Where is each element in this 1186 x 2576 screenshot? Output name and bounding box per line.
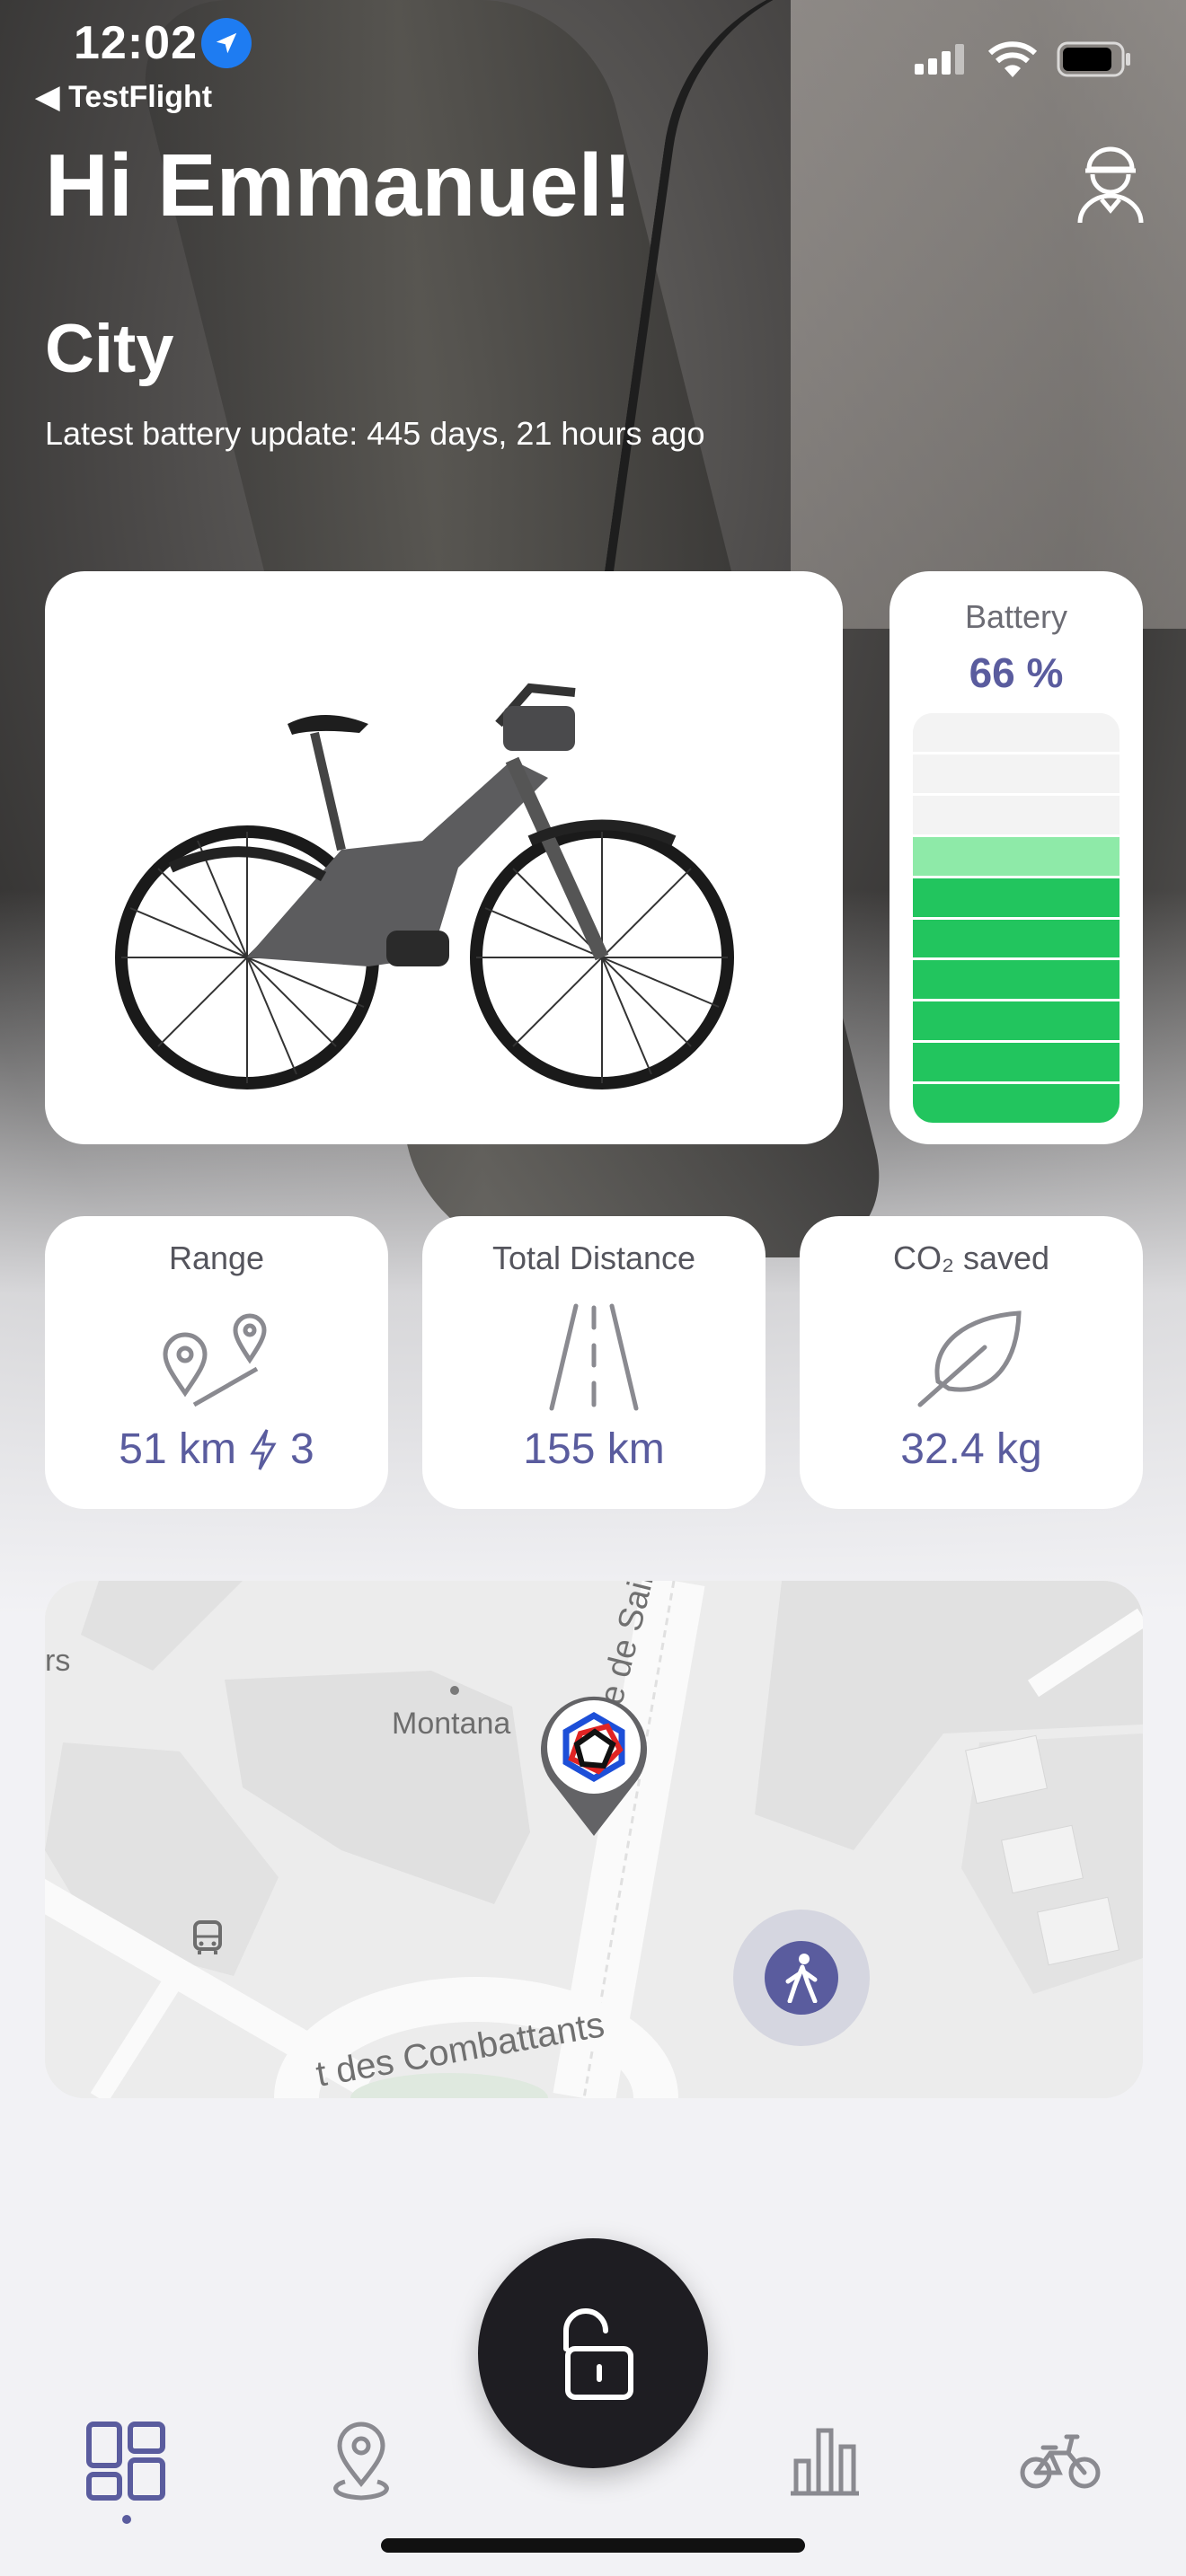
boost-level: 3 (290, 1425, 314, 1473)
location-arrow-icon (201, 18, 252, 68)
back-to-app-link[interactable]: ◀ TestFlight (36, 79, 212, 115)
unlock-button[interactable] (478, 2238, 708, 2468)
status-time: 12:02 (74, 17, 198, 69)
tab-bike[interactable] (1015, 2416, 1105, 2506)
bicycle-icon (1020, 2434, 1101, 2489)
battery-segment (913, 1001, 1120, 1044)
bar-chart-icon (791, 2428, 859, 2496)
tab-active-indicator (122, 2515, 131, 2524)
cyclist-avatar-icon (1077, 146, 1144, 224)
cellular-signal-icon (915, 44, 964, 75)
tab-stats[interactable] (780, 2416, 870, 2506)
co2-saved-title: CO₂ saved (892, 1239, 1050, 1276)
leaf-icon (917, 1310, 1022, 1407)
range-value: 51 km 3 (45, 1425, 388, 1474)
co2-saved-value: 32.4 kg (900, 1425, 1042, 1473)
battery-segment (913, 960, 1120, 1002)
unlock-padlock-icon (563, 2308, 633, 2400)
map-label-montana: Montana (392, 1707, 511, 1741)
map-label-edge: rs (45, 1644, 71, 1678)
battery-percentage: 66 % (969, 649, 1064, 696)
bus-stop-icon (193, 1920, 222, 1954)
total-distance-title: Total Distance (491, 1239, 696, 1276)
greeting-title: Hi Emmanuel! (45, 136, 633, 234)
tab-map[interactable] (316, 2416, 406, 2506)
map-pin-icon (333, 2422, 389, 2501)
map-pin-logo-icon (541, 1696, 647, 1836)
back-app-label: TestFlight (68, 79, 213, 114)
total-distance-card[interactable]: Total Distance 155 km (422, 1216, 766, 1509)
lightning-bolt-icon (250, 1428, 277, 1470)
battery-segment (913, 919, 1120, 961)
battery-segment (913, 836, 1120, 878)
profile-button[interactable] (1075, 144, 1146, 225)
status-icons (915, 41, 1132, 77)
battery-segment (913, 795, 1120, 837)
battery-update-text: Latest battery update: 445 days, 21 hour… (45, 415, 705, 452)
battery-gauge (913, 713, 1120, 1123)
walking-directions-button[interactable] (733, 1910, 870, 2046)
battery-status-icon (1057, 41, 1130, 77)
bike-image (115, 683, 734, 1090)
route-pins-icon (163, 1313, 267, 1407)
battery-title: Battery (964, 598, 1068, 635)
wifi-icon (988, 41, 1037, 77)
range-km: 51 km (119, 1425, 236, 1473)
battery-segment (913, 1043, 1120, 1085)
bike-location-marker[interactable] (541, 1694, 647, 1838)
bike-mode-title: City (45, 311, 174, 387)
walking-person-icon (785, 1954, 818, 2003)
range-card[interactable]: Range 51 km 3 (45, 1216, 388, 1509)
battery-segment (913, 1084, 1120, 1123)
bike-image-card[interactable] (45, 571, 843, 1144)
co2-saved-card[interactable]: CO₂ saved 32.4 kg (800, 1216, 1143, 1509)
battery-card[interactable]: Battery 66 % (890, 571, 1143, 1144)
battery-segment (913, 754, 1120, 796)
road-icon (549, 1303, 639, 1411)
tab-dashboard[interactable] (81, 2416, 171, 2506)
range-title: Range (168, 1239, 265, 1276)
back-triangle-icon: ◀ (36, 80, 60, 114)
total-distance-value: 155 km (523, 1425, 665, 1473)
home-indicator (381, 2538, 805, 2553)
map-view[interactable]: rs Montana Route de Saint-Jose t des Com… (45, 1581, 1143, 2098)
battery-segment (913, 713, 1120, 754)
battery-segment (913, 878, 1120, 920)
dashboard-grid-icon (86, 2422, 165, 2501)
